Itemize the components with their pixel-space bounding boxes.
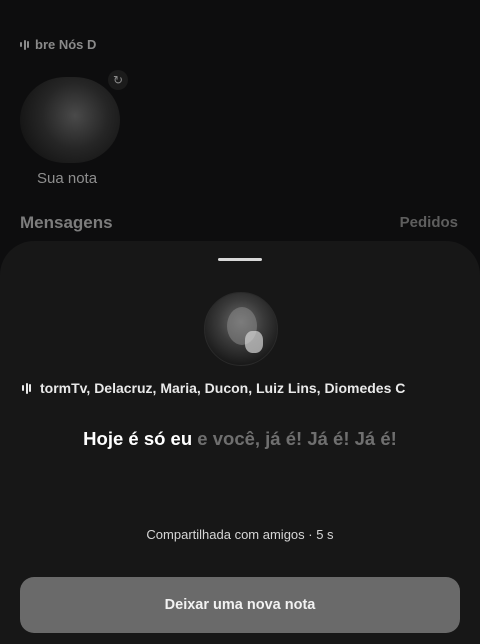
messages-heading: Mensagens [20,213,113,232]
sheet-drag-handle[interactable] [218,258,262,261]
song-credits-text: tormTv, Delacruz, Maria, Ducon, Luiz Lin… [40,380,406,396]
shared-status: Compartilhada com amigos · 5 s [146,527,334,542]
requests-link[interactable]: Pedidos [400,214,458,231]
note-music-label: bre Nós D [20,37,96,52]
note-bottom-sheet: tormTv, Delacruz, Maria, Ducon, Luiz Lin… [0,241,480,644]
my-note-caption: Sua nota [37,170,98,187]
lyrics-upcoming: e você, já é! Já é! Já é! [192,428,397,449]
note-music-text: bre Nós D [35,37,97,52]
music-bars-icon [22,382,31,394]
lyrics-line: Hoje é só eu e você, já é! Já é! Já é! [0,428,480,450]
note-author-avatar [204,292,278,366]
my-avatar[interactable] [20,77,120,163]
leave-new-note-button[interactable]: Deixar uma nova nota [20,577,460,633]
lyrics-active: Hoje é só eu [83,428,193,449]
song-credits-row[interactable]: tormTv, Delacruz, Maria, Ducon, Luiz Lin… [22,380,458,396]
music-bars-icon [20,39,29,51]
edit-note-icon[interactable]: ↻ [108,70,128,90]
